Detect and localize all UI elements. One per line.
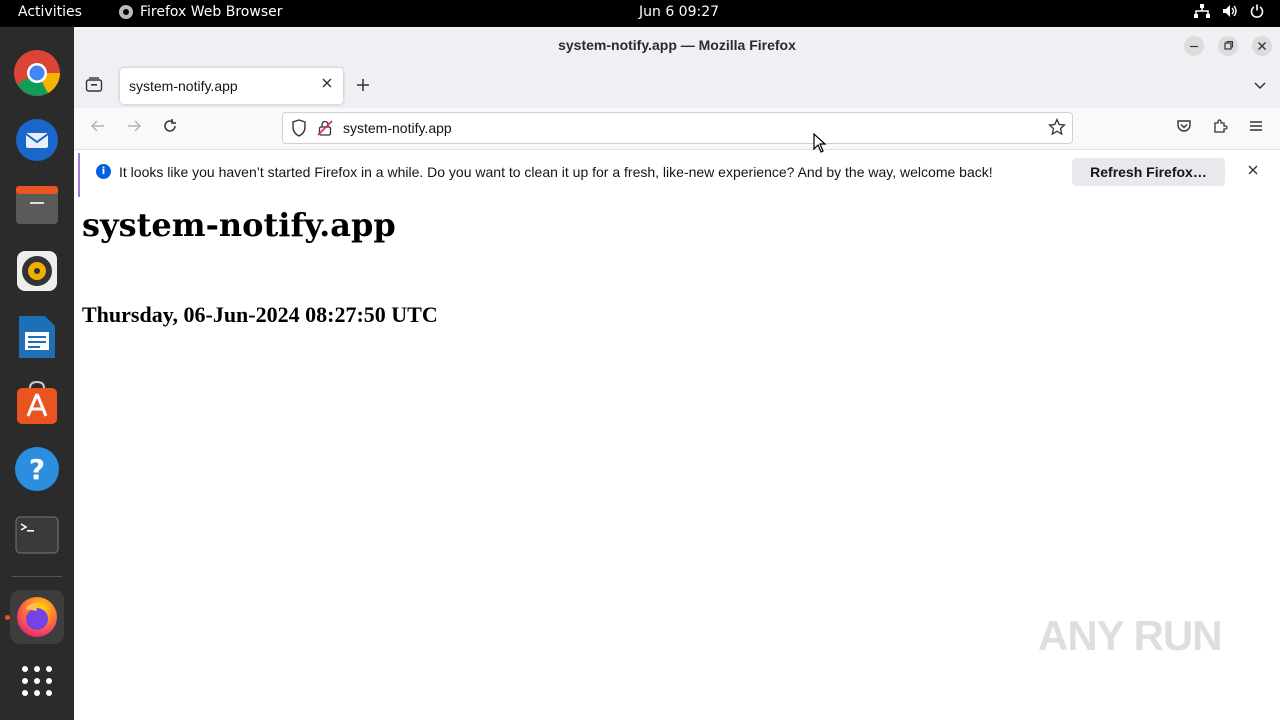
minimize-icon: [1190, 45, 1198, 48]
refresh-firefox-button[interactable]: Refresh Firefox…: [1072, 158, 1225, 186]
maximize-button[interactable]: [1218, 36, 1238, 56]
forward-button[interactable]: [123, 118, 145, 140]
power-icon: [1250, 4, 1264, 18]
chevron-down-icon: [1254, 82, 1266, 90]
page-heading: system-notify.app: [82, 206, 396, 244]
volume-icon: [1223, 5, 1237, 17]
site-security-icon[interactable]: [317, 119, 333, 141]
anyrun-watermark: ANY RUN: [1038, 612, 1223, 659]
tab-close-button[interactable]: [320, 76, 334, 94]
tab-label: system-notify.app: [129, 78, 238, 94]
help-launcher[interactable]: ?: [10, 442, 64, 496]
gnome-top-bar: Activities Firefox Web Browser Jun 6 09:…: [0, 0, 1280, 27]
reload-button[interactable]: [159, 118, 181, 140]
close-icon: [1258, 42, 1266, 50]
thunderbird-icon: [16, 119, 58, 161]
plus-icon: [357, 79, 369, 91]
dock-separator: [12, 576, 62, 577]
puzzle-icon: [1214, 119, 1228, 133]
tracking-protection-icon[interactable]: [291, 119, 307, 141]
page-datetime: Thursday, 06-Jun-2024 08:27:50 UTC: [82, 302, 438, 327]
files-icon: [16, 186, 58, 224]
libreoffice-writer-icon: [19, 316, 55, 358]
mouse-cursor: [813, 132, 827, 157]
notification-close-button[interactable]: [1246, 162, 1260, 181]
terminal-icon: [15, 516, 59, 554]
thunderbird-launcher[interactable]: [10, 112, 64, 166]
writer-launcher[interactable]: [10, 310, 64, 364]
close-icon: [322, 78, 332, 88]
firefox-small-icon: [119, 5, 133, 19]
notification-message: It looks like you haven’t started Firefo…: [119, 164, 993, 180]
extensions-button[interactable]: [1209, 118, 1231, 140]
activities-button[interactable]: Activities: [18, 4, 82, 20]
star-icon: [1047, 117, 1067, 136]
ubuntu-software-icon: [17, 380, 57, 424]
firefox-launcher[interactable]: [10, 590, 64, 644]
app-menu-label: Firefox Web Browser: [140, 4, 283, 20]
back-button[interactable]: [87, 118, 109, 140]
chrome-launcher[interactable]: [10, 46, 64, 100]
url-text[interactable]: system-notify.app: [343, 120, 452, 136]
firefox-icon: [17, 597, 57, 637]
refresh-firefox-notification: i It looks like you haven’t started Fire…: [78, 153, 1280, 197]
terminal-launcher[interactable]: [10, 508, 64, 562]
navigation-toolbar: system-notify.app: [74, 108, 1280, 150]
bookmark-star-button[interactable]: [1047, 117, 1067, 140]
svg-text:?: ?: [29, 453, 45, 486]
close-window-button[interactable]: [1252, 36, 1272, 56]
arrow-right-icon: [128, 120, 142, 132]
firefox-view-icon: [85, 77, 103, 92]
new-tab-button[interactable]: [355, 77, 371, 97]
clock[interactable]: Jun 6 09:27: [639, 4, 719, 20]
window-titlebar[interactable]: system-notify.app — Mozilla Firefox: [74, 27, 1280, 64]
system-tray[interactable]: [1194, 4, 1264, 18]
chrome-icon: [14, 50, 60, 96]
hamburger-menu-icon: [1250, 121, 1262, 131]
network-icon: [1194, 4, 1210, 18]
show-applications-button[interactable]: [10, 654, 64, 708]
shield-icon: [292, 119, 306, 137]
software-launcher[interactable]: [10, 376, 64, 430]
minimize-button[interactable]: [1184, 36, 1204, 56]
dock: ?: [0, 27, 74, 720]
pocket-button[interactable]: [1173, 118, 1195, 140]
app-grid-icon: [22, 666, 52, 696]
tab-bar: system-notify.app: [74, 64, 1280, 108]
list-all-tabs-button[interactable]: [1252, 78, 1268, 98]
rhythmbox-launcher[interactable]: [10, 244, 64, 298]
url-bar[interactable]: system-notify.app: [282, 112, 1073, 144]
restore-icon: [1224, 41, 1233, 50]
tab-active[interactable]: system-notify.app: [120, 68, 343, 104]
pocket-icon: [1177, 120, 1191, 132]
reload-icon: [164, 119, 176, 132]
firefox-view-button[interactable]: [85, 77, 103, 97]
app-menu-button[interactable]: [1245, 118, 1267, 140]
info-icon: i: [96, 164, 111, 179]
window-title: system-notify.app — Mozilla Firefox: [558, 37, 796, 53]
help-icon: ?: [15, 447, 59, 491]
app-menu[interactable]: Firefox Web Browser: [118, 4, 283, 20]
insecure-lock-icon: [317, 120, 333, 136]
pointer-cursor-icon: [813, 132, 827, 153]
rhythmbox-icon: [17, 251, 57, 291]
arrow-left-icon: [90, 120, 104, 132]
close-icon: [1248, 165, 1258, 175]
files-launcher[interactable]: [10, 178, 64, 232]
